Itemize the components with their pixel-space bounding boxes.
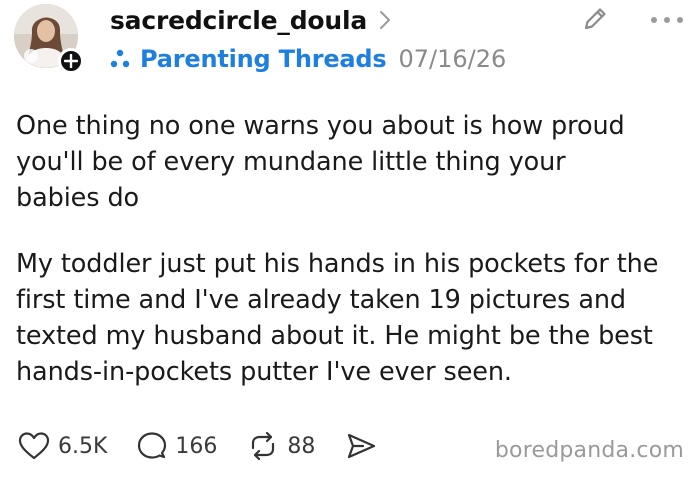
avatar-container[interactable]: [14, 4, 84, 74]
repost-count: 88: [287, 433, 316, 459]
community-dots-icon: [110, 49, 130, 69]
follow-button[interactable]: [58, 48, 84, 74]
community-link[interactable]: Parenting Threads: [140, 45, 387, 73]
share-button[interactable]: [345, 431, 377, 461]
chevron-right-icon[interactable]: [379, 10, 391, 30]
share-icon: [348, 433, 376, 459]
thread-post: sacredcircle_doula Parenting Threads 07/…: [0, 0, 700, 478]
post-text-paragraph: My toddler just put his hands in his poc…: [16, 249, 659, 387]
action-bar: 6.5K 166 88: [18, 426, 407, 466]
repost-button[interactable]: 88: [247, 431, 315, 461]
post-date: 07/16/26: [398, 45, 507, 73]
more-dots-icon[interactable]: [644, 10, 690, 30]
watermark: boredpanda.com: [494, 438, 684, 463]
like-count: 6.5K: [58, 433, 108, 459]
post-meta: Parenting Threads 07/16/26: [110, 42, 506, 76]
plus-icon: [64, 54, 78, 68]
comment-icon: [138, 432, 167, 459]
username[interactable]: sacredcircle_doula: [110, 6, 367, 35]
author-row: sacredcircle_doula: [110, 2, 391, 38]
pencil-icon[interactable]: [580, 4, 610, 34]
post-text-paragraph: One thing no one warns you about is how …: [16, 111, 625, 213]
like-button[interactable]: 6.5K: [18, 431, 107, 461]
reply-button[interactable]: 166: [137, 431, 217, 461]
repost-icon: [252, 431, 275, 461]
reply-count: 166: [175, 433, 218, 459]
heart-icon: [18, 432, 50, 460]
